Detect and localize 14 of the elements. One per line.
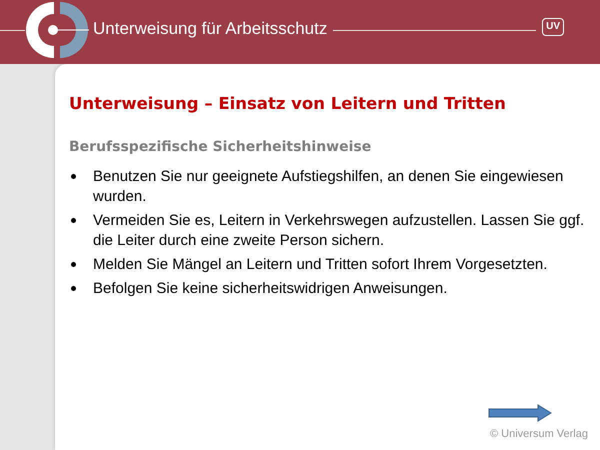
bullet-text: Benutzen Sie nur geeignete Aufstiegshilfen, an denen Sie eingewiesen wurden.: [93, 167, 564, 207]
slide-title: Unterweisung – Einsatz von Leitern und Tritten: [69, 94, 507, 113]
bullet-text: Vermeiden Sie es, Leitern in Verkehrswegen aufzustellen. Lassen Sie ggf. die Leiter durch eine zweite Person sichern.: [93, 211, 586, 251]
bullet-text: Befolgen Sie keine sicherheitswidrigen Anweisungen.: [93, 279, 448, 299]
bullet-text: Melden Sie Mängel an Leitern und Tritten sofort Ihrem Vorgesetzten.: [93, 255, 548, 275]
bullet-icon: [71, 262, 76, 267]
bullet-icon: [71, 286, 76, 291]
next-arrow-icon[interactable]: [488, 404, 552, 422]
copyright-text: © Universum Verlag: [490, 428, 588, 440]
slide-subtitle: Berufsspezifische Sicherheitshinweise: [69, 139, 372, 155]
bullet-icon: [71, 174, 76, 179]
header-title: Unterweisung für Arbeitsschutz: [93, 19, 328, 39]
bullet-icon: [71, 218, 76, 223]
publisher-logo: UV: [542, 18, 564, 36]
